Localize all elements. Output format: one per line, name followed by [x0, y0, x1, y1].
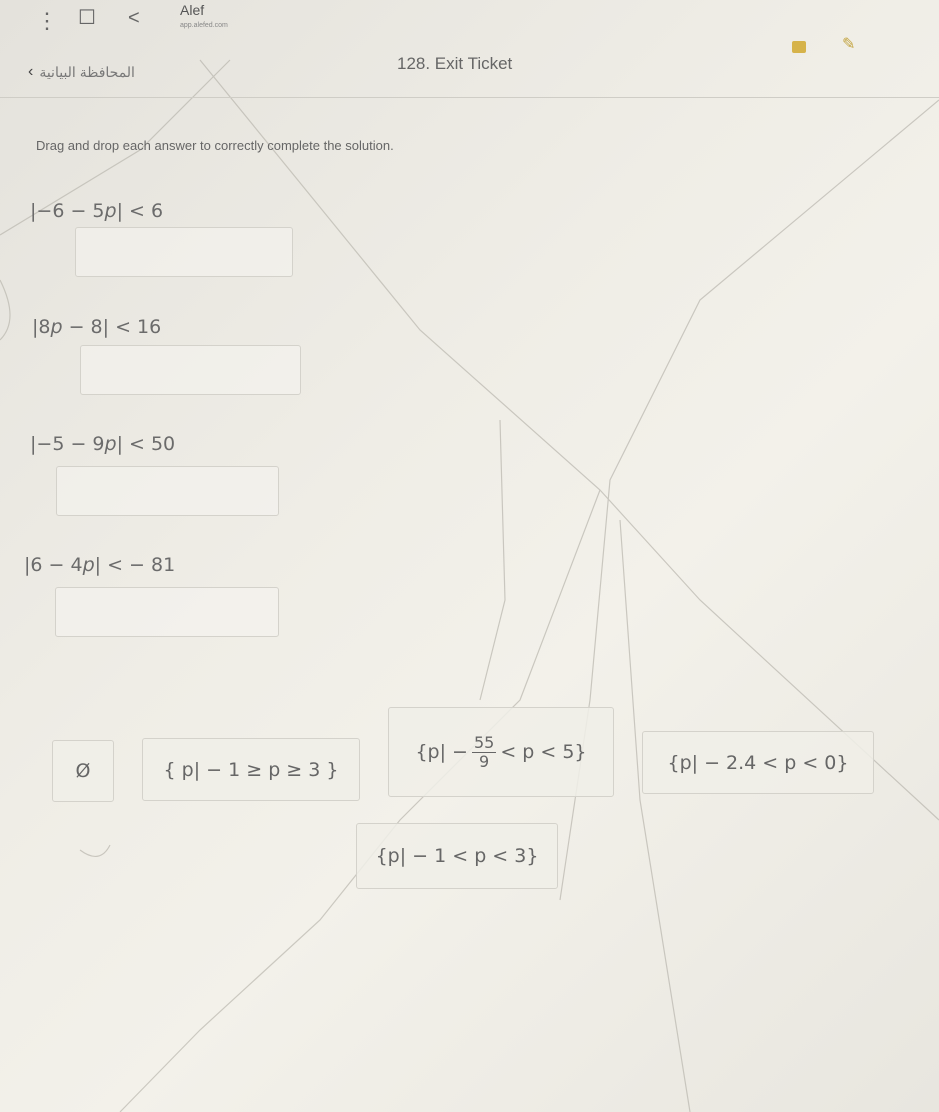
- pencil-icon[interactable]: ✎: [842, 34, 855, 54]
- answer-tile-empty-set[interactable]: Ø: [52, 740, 114, 802]
- answer-2-numerator: 55: [471, 732, 497, 753]
- app-url: app.alefed.com: [180, 22, 228, 29]
- problem-3-tail: | < 50: [116, 433, 176, 455]
- share-icon[interactable]: <: [128, 8, 140, 28]
- answer-tile-2[interactable]: {p| − 55 9 < p < 5}: [388, 707, 614, 797]
- problem-2-expression: |8p − 8| < 16: [32, 316, 161, 338]
- drop-zone-3[interactable]: [56, 466, 279, 516]
- kebab-menu-icon[interactable]: ⋮: [36, 10, 58, 32]
- answer-4-text: {p| − 1 < p < 3}: [375, 845, 539, 867]
- problem-1-var: p: [104, 200, 117, 222]
- drop-zone-1[interactable]: [75, 227, 293, 277]
- problem-3-expression: |−5 − 9p| < 50: [30, 433, 175, 455]
- answer-tile-1[interactable]: { p| − 1 ≥ p ≥ 3 }: [142, 738, 360, 801]
- answer-tile-3[interactable]: {p| − 2.4 < p < 0}: [642, 731, 874, 794]
- back-button[interactable]: ‹ المحافظة البيانية: [28, 63, 135, 81]
- answer-2-suffix: < p < 5}: [500, 741, 587, 763]
- answer-empty-set-text: Ø: [75, 760, 91, 782]
- drop-zone-2[interactable]: [80, 345, 301, 395]
- problem-1-lead: |−6 − 5: [30, 200, 105, 222]
- problem-1-tail: | < 6: [116, 200, 164, 222]
- instruction-text: Drag and drop each answer to correctly c…: [36, 138, 394, 153]
- problem-3-var: p: [104, 433, 117, 455]
- answer-2-fraction: 55 9: [471, 732, 497, 771]
- back-label: المحافظة البيانية: [39, 63, 135, 80]
- problem-4-var: p: [82, 554, 95, 576]
- problem-2-var: p: [50, 316, 63, 338]
- problem-1-expression: |−6 − 5p| < 6: [30, 200, 163, 222]
- problem-4-tail: | < − 81: [94, 554, 176, 576]
- chevron-left-icon: ‹: [28, 63, 34, 80]
- problem-4-lead: |6 − 4: [24, 554, 83, 576]
- bookmark-icon[interactable]: ☐: [78, 8, 96, 28]
- answer-3-text: {p| − 2.4 < p < 0}: [667, 751, 849, 774]
- drop-zone-4[interactable]: [55, 587, 279, 637]
- answer-1-text: { p| − 1 ≥ p ≥ 3 }: [163, 758, 339, 781]
- page-title: 128. Exit Ticket: [397, 54, 513, 73]
- answer-tile-4[interactable]: {p| − 1 < p < 3}: [356, 823, 558, 889]
- problem-4-expression: |6 − 4p| < − 81: [24, 554, 175, 576]
- problem-2-lead: |8: [32, 316, 51, 338]
- app-name: Alef: [180, 2, 205, 18]
- problem-3-lead: |−5 − 9: [30, 433, 105, 455]
- answer-2-denominator: 9: [479, 751, 490, 771]
- answer-2-prefix: {p| −: [415, 741, 468, 763]
- calculator-icon[interactable]: [792, 41, 806, 53]
- problem-2-tail: − 8| < 16: [62, 316, 162, 338]
